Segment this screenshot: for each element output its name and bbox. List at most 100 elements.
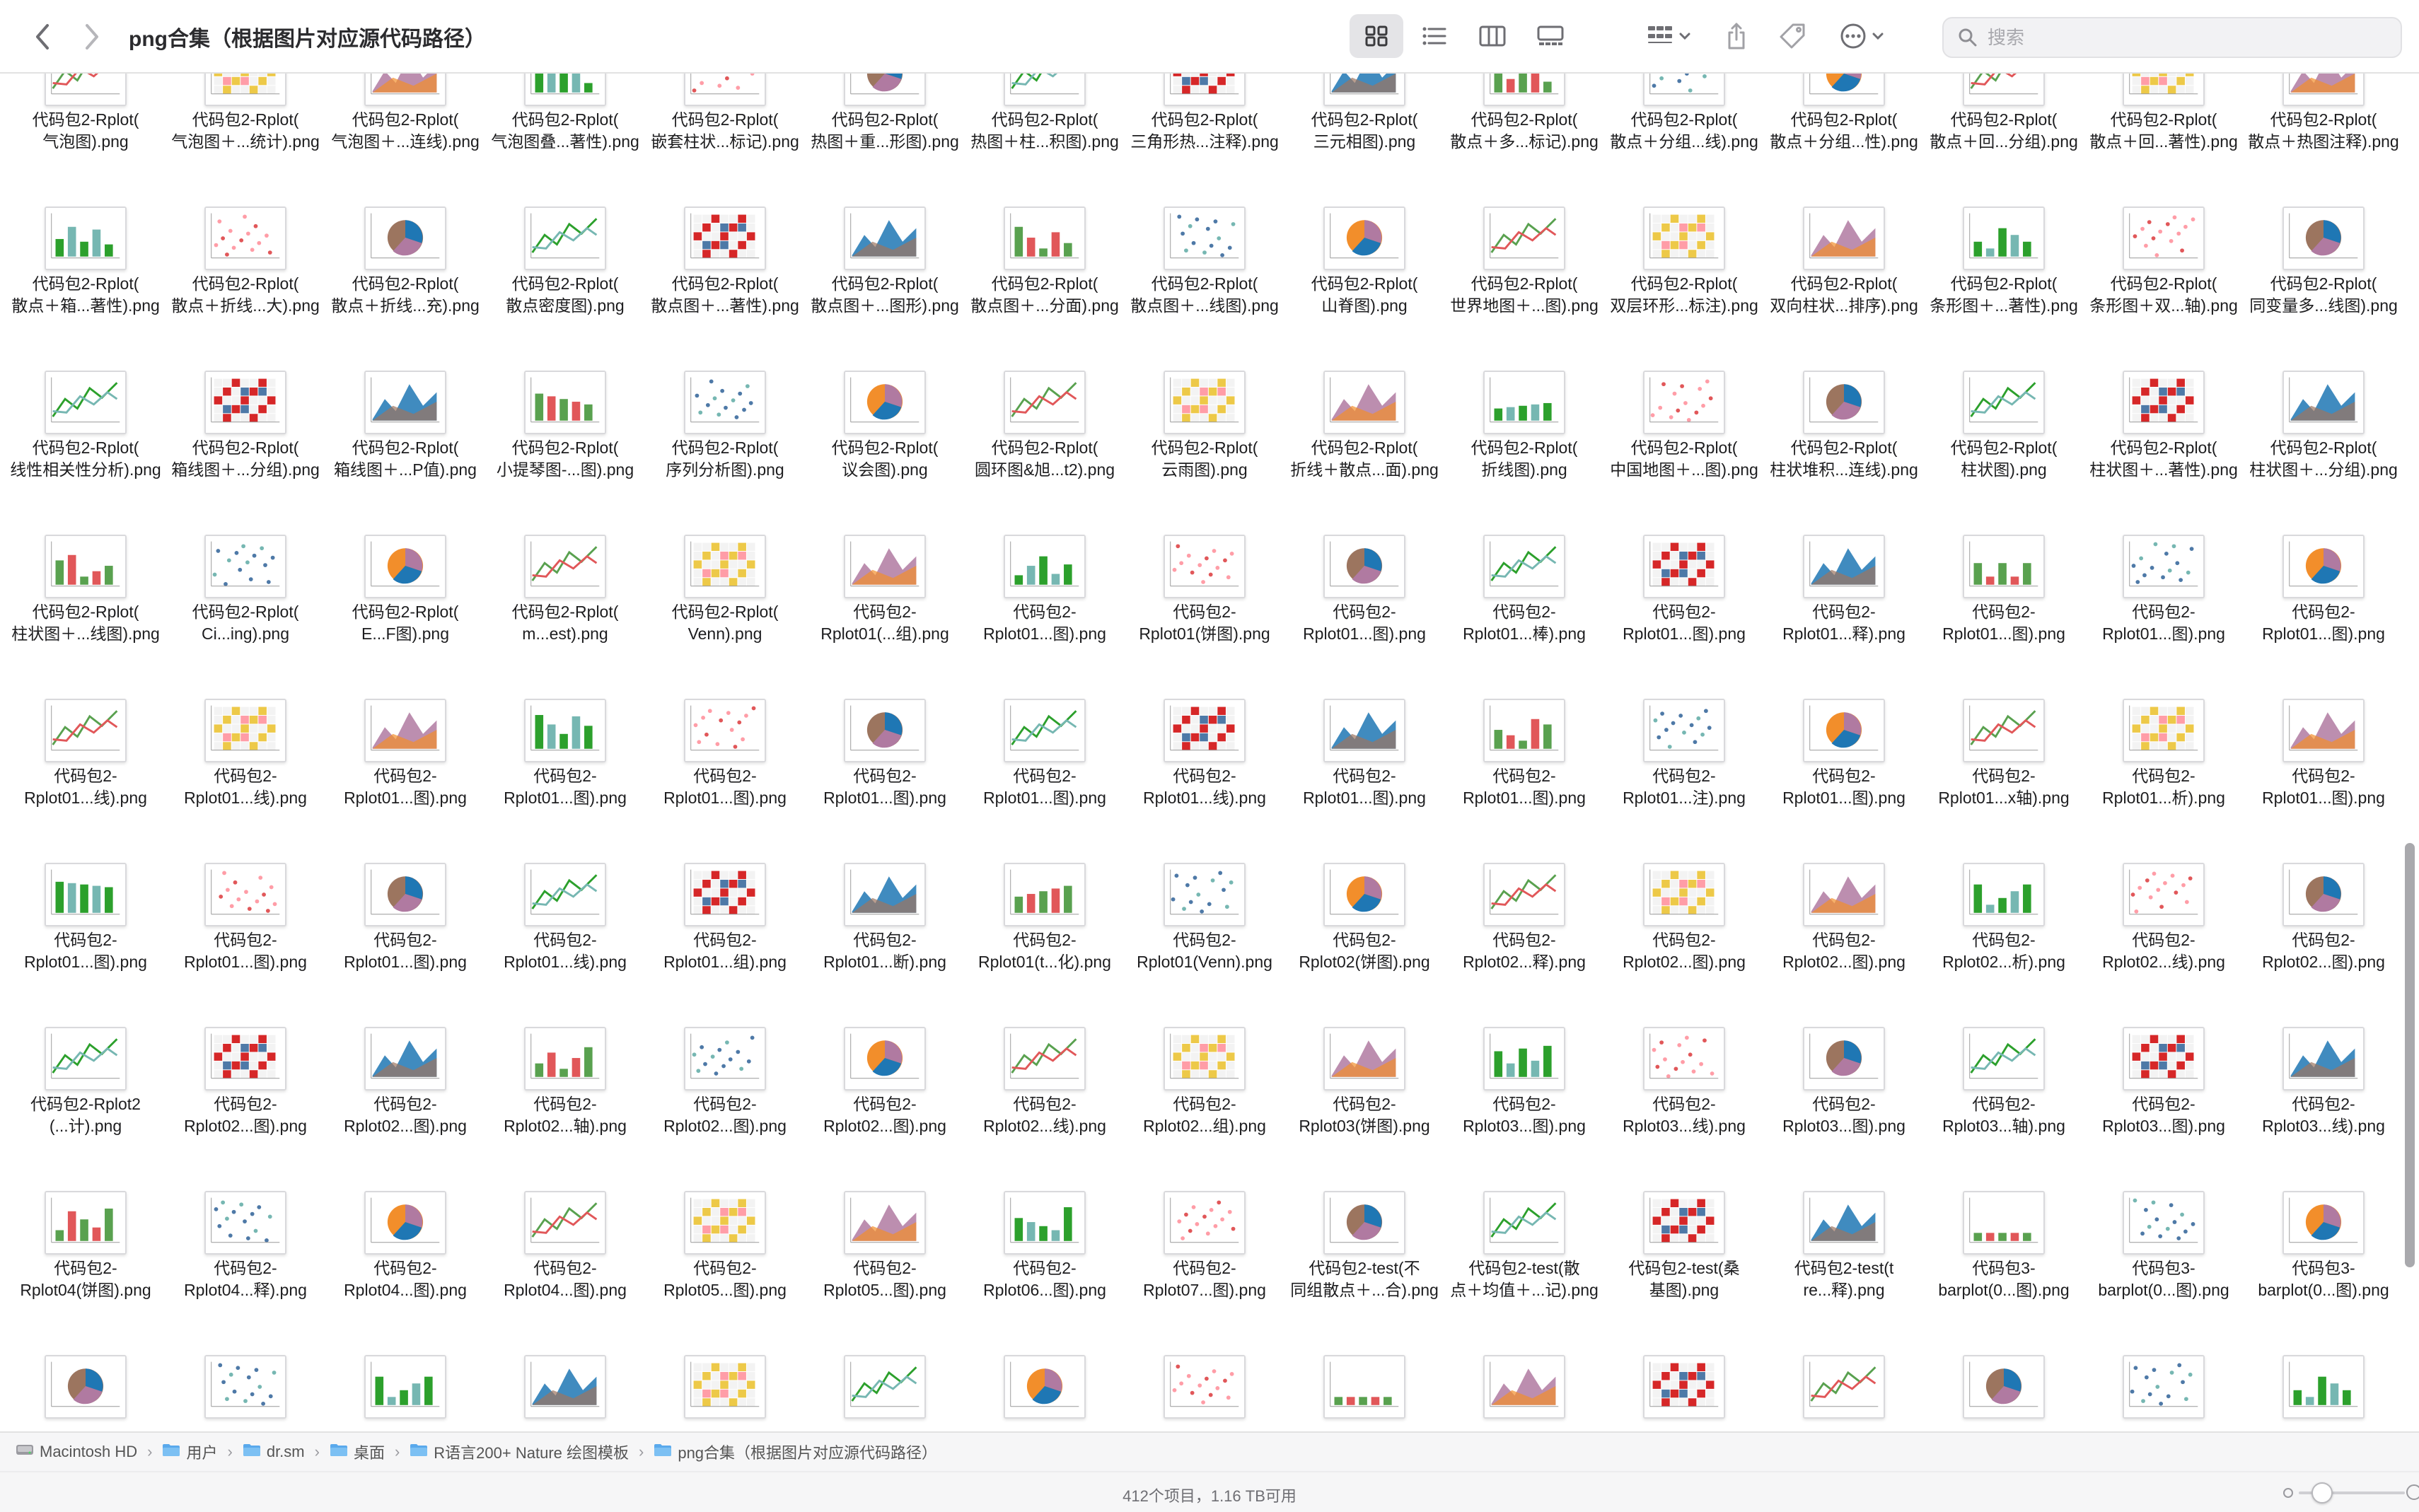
image-thumbnail[interactable] xyxy=(1803,1027,1885,1091)
file-item[interactable]: 代码包2- Rplot01...线).png xyxy=(166,699,325,863)
file-item[interactable]: 代码包3- barplot(0...图).png xyxy=(2084,1191,2244,1355)
image-thumbnail[interactable] xyxy=(1803,699,1885,762)
image-thumbnail[interactable] xyxy=(1323,535,1405,598)
file-item[interactable] xyxy=(485,1355,645,1431)
image-thumbnail[interactable] xyxy=(204,1355,286,1419)
file-item[interactable]: 代码包2- Rplot01...棒).png xyxy=(1444,535,1604,699)
image-thumbnail[interactable] xyxy=(1483,1027,1565,1091)
file-item[interactable]: 代码包2-Rplot2 (...计).png xyxy=(6,1027,166,1191)
file-item[interactable]: 代码包2-Rplot( 三元相图).png xyxy=(1284,74,1444,207)
image-thumbnail[interactable] xyxy=(1164,535,1246,598)
image-thumbnail[interactable] xyxy=(524,535,606,598)
file-item[interactable]: 代码包2-test(t re...释).png xyxy=(1764,1191,1924,1355)
image-thumbnail[interactable] xyxy=(1323,1355,1405,1419)
file-item[interactable]: 代码包2- Rplot01...图).png xyxy=(1444,699,1604,863)
image-thumbnail[interactable] xyxy=(524,74,606,106)
file-item[interactable]: 代码包2-Rplot( 散点＋多...标记).png xyxy=(1444,74,1604,207)
file-item[interactable]: 代码包2- Rplot02...图).png xyxy=(2244,863,2399,1027)
file-item[interactable]: 代码包2- Rplot03(饼图).png xyxy=(1284,1027,1444,1191)
file-item[interactable]: 代码包2- Rplot01...图).png xyxy=(805,699,965,863)
file-item[interactable]: 代码包2-Rplot( 箱线图＋...P值).png xyxy=(325,371,485,535)
file-item[interactable]: 代码包2- Rplot02...图).png xyxy=(645,1027,805,1191)
image-thumbnail[interactable] xyxy=(684,863,766,926)
file-item[interactable]: 代码包2- Rplot02(饼图).png xyxy=(1284,863,1444,1027)
file-item[interactable]: 代码包2- Rplot01...图).png xyxy=(325,863,485,1027)
file-item[interactable]: 代码包2-Rplot( 散点＋回...分组).png xyxy=(1924,74,2084,207)
image-thumbnail[interactable] xyxy=(2282,207,2365,270)
file-item[interactable]: 代码包2- Rplot01...图).png xyxy=(325,699,485,863)
image-thumbnail[interactable] xyxy=(204,207,286,270)
file-item[interactable]: 代码包2-Rplot( 折线图).png xyxy=(1444,371,1604,535)
file-item[interactable] xyxy=(1284,1355,1444,1431)
image-thumbnail[interactable] xyxy=(684,74,766,106)
path-crumb[interactable]: dr.sm xyxy=(243,1443,305,1461)
file-item[interactable]: 代码包2- Rplot01...释).png xyxy=(1764,535,1924,699)
back-button[interactable] xyxy=(24,18,61,55)
file-item[interactable]: 代码包2- Rplot02...图).png xyxy=(1764,863,1924,1027)
file-item[interactable]: 代码包2-Rplot( 散点＋分组...性).png xyxy=(1764,74,1924,207)
file-item[interactable]: 代码包2-Rplot( 世界地图＋...图).png xyxy=(1444,207,1604,371)
image-thumbnail[interactable] xyxy=(1004,1355,1086,1419)
file-item[interactable] xyxy=(166,1355,325,1431)
file-item[interactable]: 代码包2-Rplot( 同变量多...线图).png xyxy=(2244,207,2399,371)
image-thumbnail[interactable] xyxy=(1164,863,1246,926)
image-thumbnail[interactable] xyxy=(1803,535,1885,598)
file-item[interactable]: 代码包2-Rplot( 柱状图＋...著性).png xyxy=(2084,371,2244,535)
image-thumbnail[interactable] xyxy=(1323,699,1405,762)
path-crumb[interactable]: 桌面 xyxy=(330,1441,385,1463)
image-thumbnail[interactable] xyxy=(1963,371,2045,434)
search-input[interactable] xyxy=(1988,26,2384,49)
image-thumbnail[interactable] xyxy=(844,863,926,926)
image-thumbnail[interactable] xyxy=(1323,863,1405,926)
file-item[interactable]: 代码包2- Rplot01...图).png xyxy=(645,699,805,863)
image-thumbnail[interactable] xyxy=(1483,371,1565,434)
image-thumbnail[interactable] xyxy=(1963,74,2045,106)
file-item[interactable]: 代码包2-Rplot( 双层环形...标注).png xyxy=(1604,207,1764,371)
image-thumbnail[interactable] xyxy=(2282,1355,2365,1419)
file-item[interactable]: 代码包2- Rplot04(饼图).png xyxy=(6,1191,166,1355)
file-item[interactable]: 代码包2-Rplot( 气泡图＋...统计).png xyxy=(166,74,325,207)
image-thumbnail[interactable] xyxy=(684,1027,766,1091)
file-item[interactable]: 代码包2-Rplot( E...F图).png xyxy=(325,535,485,699)
file-item[interactable]: 代码包2-Rplot( 柱状堆积...连线).png xyxy=(1764,371,1924,535)
image-thumbnail[interactable] xyxy=(1164,699,1246,762)
file-item[interactable]: 代码包2-Rplot( 散点图＋...分面).png xyxy=(965,207,1125,371)
file-item[interactable]: 代码包2- Rplot01...图).png xyxy=(485,699,645,863)
file-item[interactable]: 代码包2-Rplot( 云雨图).png xyxy=(1125,371,1284,535)
file-item[interactable]: 代码包2-Rplot( 气泡图叠...著性).png xyxy=(485,74,645,207)
image-thumbnail[interactable] xyxy=(1004,74,1086,106)
file-item[interactable]: 代码包2-test(散 点＋均值＋...记).png xyxy=(1444,1191,1604,1355)
image-thumbnail[interactable] xyxy=(684,535,766,598)
image-thumbnail[interactable] xyxy=(45,535,127,598)
file-item[interactable]: 代码包2-Rplot( 议会图).png xyxy=(805,371,965,535)
file-item[interactable]: 代码包2- Rplot01...图).png xyxy=(2244,535,2399,699)
image-thumbnail[interactable] xyxy=(1643,1191,1725,1255)
file-item[interactable]: 代码包2- Rplot02...线).png xyxy=(965,1027,1125,1191)
file-item[interactable]: 代码包2-test(桑 基图).png xyxy=(1604,1191,1764,1355)
image-thumbnail[interactable] xyxy=(844,1355,926,1419)
file-item[interactable]: 代码包2-Rplot( 气泡图).png xyxy=(6,74,166,207)
file-item[interactable] xyxy=(1924,1355,2084,1431)
image-thumbnail[interactable] xyxy=(45,74,127,106)
image-thumbnail[interactable] xyxy=(844,1191,926,1255)
image-thumbnail[interactable] xyxy=(2282,371,2365,434)
image-thumbnail[interactable] xyxy=(2123,371,2205,434)
file-item[interactable]: 代码包2- Rplot03...线).png xyxy=(1604,1027,1764,1191)
file-item[interactable] xyxy=(1444,1355,1604,1431)
image-thumbnail[interactable] xyxy=(1004,1027,1086,1091)
image-thumbnail[interactable] xyxy=(1483,699,1565,762)
image-thumbnail[interactable] xyxy=(204,699,286,762)
file-item[interactable]: 代码包2-Rplot( 序列分析图).png xyxy=(645,371,805,535)
file-item[interactable]: 代码包2- Rplot02...析).png xyxy=(1924,863,2084,1027)
file-item[interactable]: 代码包2-Rplot( 散点＋折线...大).png xyxy=(166,207,325,371)
file-item[interactable]: 代码包2- Rplot01...x轴).png xyxy=(1924,699,2084,863)
image-thumbnail[interactable] xyxy=(524,1027,606,1091)
image-thumbnail[interactable] xyxy=(844,699,926,762)
image-thumbnail[interactable] xyxy=(1004,699,1086,762)
image-thumbnail[interactable] xyxy=(2123,863,2205,926)
file-item[interactable]: 代码包2- Rplot02...图).png xyxy=(1604,863,1764,1027)
image-thumbnail[interactable] xyxy=(2282,699,2365,762)
file-item[interactable]: 代码包2- Rplot01...图).png xyxy=(2244,699,2399,863)
grid-view-button[interactable] xyxy=(1350,14,1403,58)
image-thumbnail[interactable] xyxy=(844,207,926,270)
